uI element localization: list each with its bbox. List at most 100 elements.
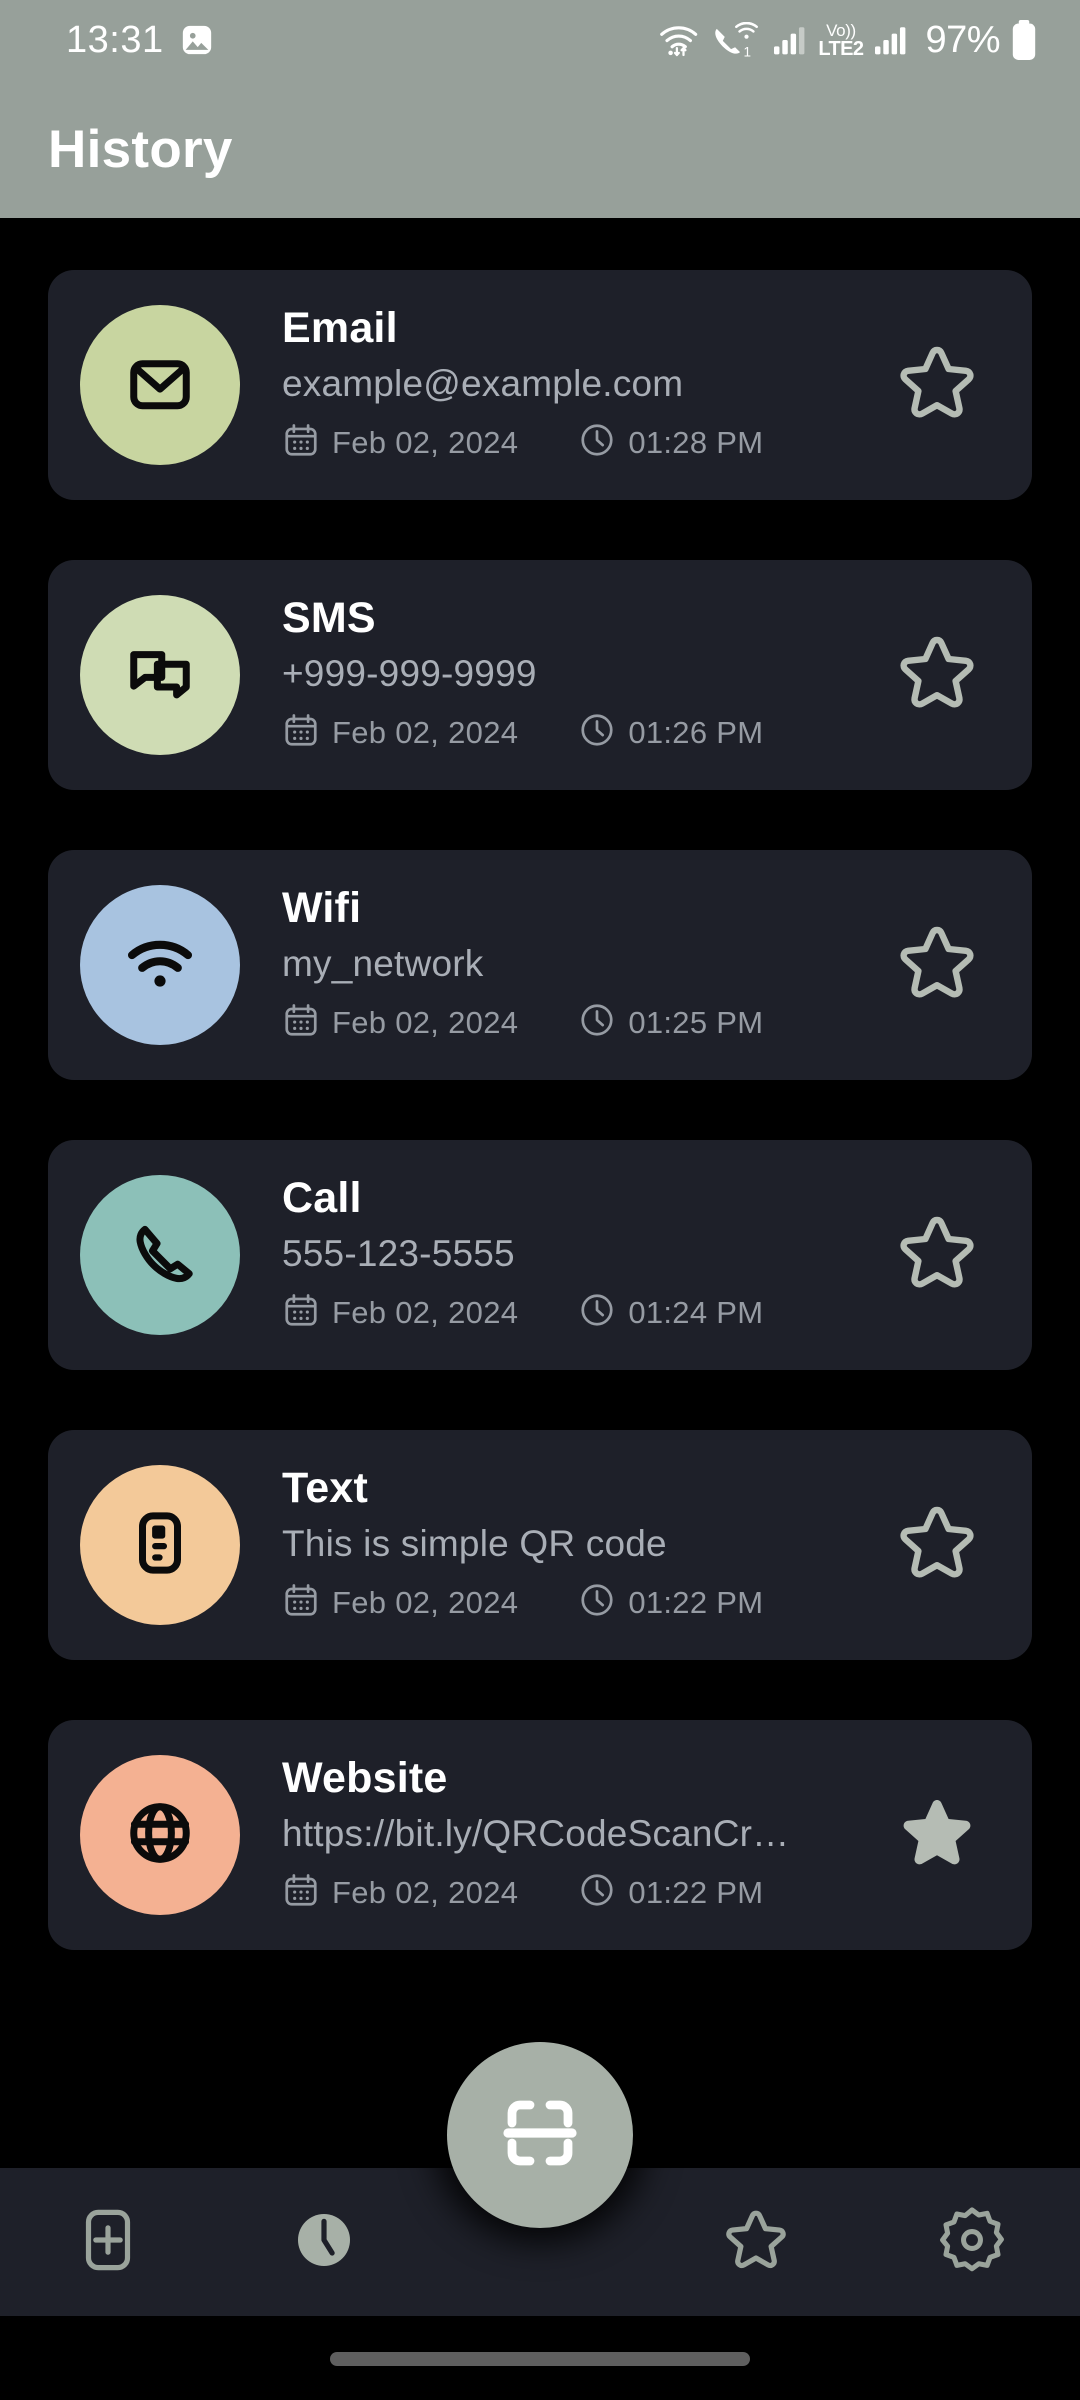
history-item-type: Website [282,1753,448,1802]
star-outline-icon [717,2201,795,2284]
history-item-type: Call [282,1173,362,1222]
calendar-icon [282,711,320,754]
favorite-star-button[interactable] [882,330,992,440]
envelope-icon [118,341,202,430]
history-item-value: example@example.com [282,363,684,405]
calendar-icon [282,1001,320,1044]
history-item-meta: Feb 02, 2024 01:25 PM [282,1001,882,1044]
scan-fab-button[interactable] [447,2042,633,2228]
star-outline-icon [889,1205,985,1306]
gear-icon [933,2201,1011,2284]
clock-icon [578,1871,616,1914]
bottom-nav-item-create[interactable] [0,2168,216,2316]
wifi-calling-icon: 1 [710,22,762,58]
battery-percent-label: 97% [925,18,1000,61]
history-item-value: +999-999-9999 [282,653,537,695]
phone-icon [118,1211,202,1300]
clock-icon [578,711,616,754]
clock-icon [578,1291,616,1334]
history-item-body: Website https://bit.ly/QRCodeScanCr… Feb 0… [282,1744,882,1926]
star-outline-icon [889,625,985,726]
history-list[interactable]: Email example@example.com Feb 02, 2024 01:2… [0,218,1080,2108]
wifi-icon [118,921,202,1010]
volte-lte2-icon: Vo)) LTE2 [818,20,864,60]
history-item-date: Feb 02, 2024 [332,1874,519,1910]
status-bar-clock: 13:31 [66,18,164,61]
favorite-star-button[interactable] [882,1200,992,1310]
signal-bars-2-icon [873,24,909,56]
history-item-card[interactable]: Website https://bit.ly/QRCodeScanCr… Feb 0… [48,1720,1032,1950]
favorite-star-button[interactable] [882,910,992,1020]
bottom-nav-item-history[interactable] [216,2168,432,2316]
history-item-avatar [80,595,240,755]
history-item-type: Text [282,1463,369,1512]
svg-text:1: 1 [744,45,752,59]
history-item-body: SMS +999-999-9999 Feb 02, 2024 01:26 PM [282,584,882,766]
bottom-nav-item-favorites[interactable] [648,2168,864,2316]
history-item-meta: Feb 02, 2024 01:22 PM [282,1581,882,1624]
history-item-card[interactable]: SMS +999-999-9999 Feb 02, 2024 01:26 PM [48,560,1032,790]
history-item-body: Text This is simple QR code Feb 02, 2024 01… [282,1454,882,1636]
favorite-star-button[interactable] [882,1490,992,1600]
history-item-time: 01:24 PM [628,1294,764,1330]
chat-bubbles-icon [118,631,202,720]
status-bar: 13:31 1 Vo)) LTE2 97% [0,0,1080,80]
history-item-date: Feb 02, 2024 [332,714,519,750]
history-item-time: 01:22 PM [628,1584,764,1620]
image-icon [180,23,214,57]
status-bar-right: 1 Vo)) LTE2 97% [658,19,1038,62]
app-bar: History [0,80,1080,218]
star-outline-icon [889,1495,985,1596]
history-item-date: Feb 02, 2024 [332,1584,519,1620]
history-item-date: Feb 02, 2024 [332,1294,519,1330]
battery-icon [1010,19,1038,61]
plus-square-icon [69,2201,147,2284]
history-item-body: Call 555-123-5555 Feb 02, 2024 01:24 PM [282,1164,882,1346]
favorite-star-button[interactable] [882,1780,992,1890]
history-item-value: This is simple QR code [282,1523,667,1565]
status-bar-left: 13:31 [66,19,214,62]
history-item-meta: Feb 02, 2024 01:24 PM [282,1291,882,1334]
history-item-value: https://bit.ly/QRCodeScanCr… [282,1813,790,1855]
history-item-time: 01:26 PM [628,714,764,750]
history-item-time: 01:25 PM [628,1004,764,1040]
history-item-avatar [80,305,240,465]
signal-bars-1-icon [772,24,808,56]
history-item-card[interactable]: Email example@example.com Feb 02, 2024 01:2… [48,270,1032,500]
gesture-home-indicator[interactable] [330,2352,750,2366]
history-item-value: my_network [282,943,484,985]
calendar-icon [282,1291,320,1334]
history-item-card[interactable]: Wifi my_network Feb 02, 2024 01:25 PM [48,850,1032,1080]
clock-icon [578,1581,616,1624]
history-item-avatar [80,885,240,1045]
history-item-date: Feb 02, 2024 [332,424,519,460]
history-item-avatar [80,1465,240,1625]
history-item-card[interactable]: Call 555-123-5555 Feb 02, 2024 01:24 PM [48,1140,1032,1370]
history-item-type: Wifi [282,883,362,932]
star-outline-icon [889,335,985,436]
wifi-icon [658,22,700,58]
history-item-card[interactable]: Text This is simple QR code Feb 02, 2024 01… [48,1430,1032,1660]
clock-icon [578,421,616,464]
history-item-body: Email example@example.com Feb 02, 2024 01:2… [282,294,882,476]
history-item-type: Email [282,303,398,352]
page-title: History [48,119,233,179]
history-item-value: 555-123-5555 [282,1233,515,1275]
phone-screen: 13:31 1 Vo)) LTE2 97% History Email exam… [0,0,1080,2400]
calendar-icon [282,1871,320,1914]
history-item-meta: Feb 02, 2024 01:28 PM [282,421,882,464]
scan-frame-icon [492,2085,588,2186]
bottom-nav-item-settings[interactable] [864,2168,1080,2316]
history-item-avatar [80,1175,240,1335]
favorite-star-button[interactable] [882,620,992,730]
history-item-date: Feb 02, 2024 [332,1004,519,1040]
clock-icon [578,1001,616,1044]
clock-filled-icon [285,2201,363,2284]
star-filled-icon [889,1785,985,1886]
history-item-time: 01:28 PM [628,424,764,460]
history-item-body: Wifi my_network Feb 02, 2024 01:25 PM [282,874,882,1056]
star-outline-icon [889,915,985,1016]
globe-icon [118,1791,202,1880]
calendar-icon [282,421,320,464]
history-item-meta: Feb 02, 2024 01:26 PM [282,711,882,754]
